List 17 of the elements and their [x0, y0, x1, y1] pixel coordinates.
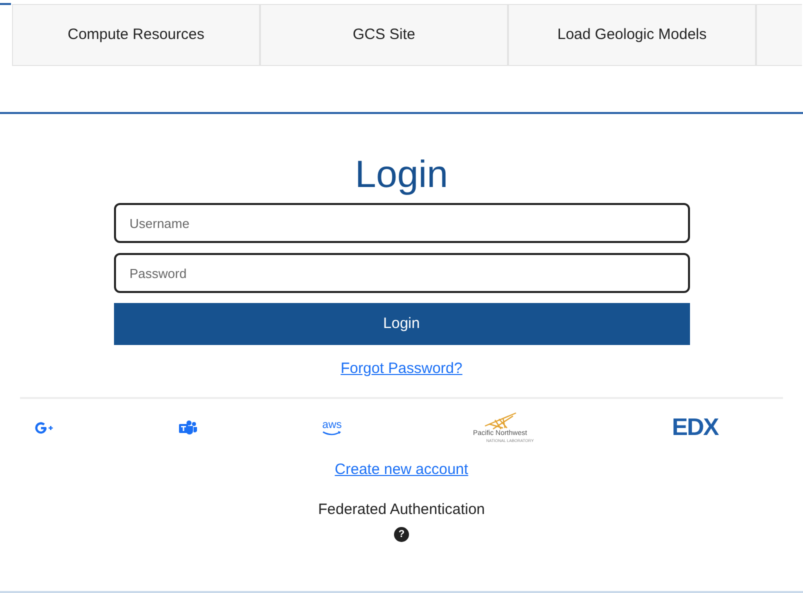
tab[interactable]: Load Geologic Models: [508, 4, 756, 66]
teams-icon[interactable]: [179, 420, 197, 435]
help-icon[interactable]: ?: [394, 526, 409, 542]
google-plus-icon[interactable]: [35, 422, 55, 434]
edx-logo-text[interactable]: EDX: [672, 414, 718, 440]
wire-logo-icon: [482, 412, 517, 430]
username-field[interactable]: Username: [114, 203, 690, 243]
password-field[interactable]: Password: [114, 253, 690, 293]
create-account-link[interactable]: Create new account: [334, 458, 468, 481]
tab[interactable]: GCS Site: [260, 4, 508, 66]
login-heading: Login: [355, 153, 448, 198]
forgot-password-link[interactable]: Forgot Password?: [340, 358, 462, 380]
login-button[interactable]: Login: [114, 303, 690, 345]
federated-authentication-label: Federated Authentication: [318, 500, 485, 520]
tab[interactable]: Compute Resources: [12, 4, 260, 66]
smile-arrow-icon: [322, 430, 342, 436]
aws-logo-text[interactable]: aws: [322, 420, 342, 430]
